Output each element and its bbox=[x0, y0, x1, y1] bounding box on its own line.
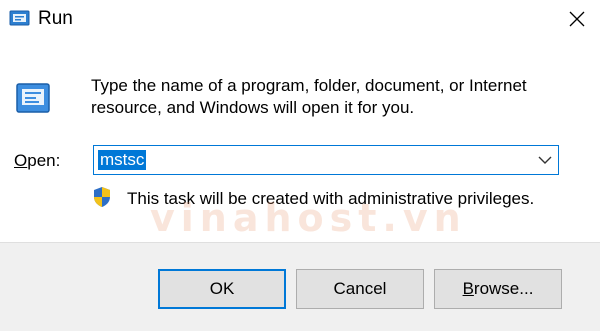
window-title: Run bbox=[38, 8, 73, 29]
browse-rest: rowse... bbox=[473, 279, 534, 298]
description-text: Type the name of a program, folder, docu… bbox=[91, 76, 527, 117]
browse-button[interactable]: Browse... bbox=[434, 269, 562, 309]
close-button[interactable] bbox=[554, 0, 600, 38]
open-label: Open: bbox=[14, 151, 60, 171]
uac-shield-icon bbox=[94, 187, 110, 207]
admin-notice: This task will be created with administr… bbox=[127, 189, 535, 208]
cancel-button[interactable]: Cancel bbox=[296, 269, 424, 309]
run-dialog-icon bbox=[16, 83, 50, 113]
browse-accel: B bbox=[462, 279, 474, 298]
close-icon bbox=[569, 11, 585, 27]
open-label-accel: O bbox=[14, 151, 28, 170]
open-label-rest: pen: bbox=[27, 151, 61, 170]
ok-button[interactable]: OK bbox=[158, 269, 286, 309]
open-input-value[interactable]: mstsc bbox=[98, 150, 147, 170]
button-bar: OK Cancel Browse... bbox=[0, 242, 600, 331]
run-dialog: Run Type the name of a program, folder, … bbox=[0, 0, 600, 331]
open-combobox[interactable]: mstsc bbox=[93, 145, 559, 175]
run-app-icon bbox=[9, 10, 30, 26]
chevron-down-icon[interactable] bbox=[538, 154, 552, 166]
title-bar[interactable]: Run bbox=[0, 0, 600, 40]
